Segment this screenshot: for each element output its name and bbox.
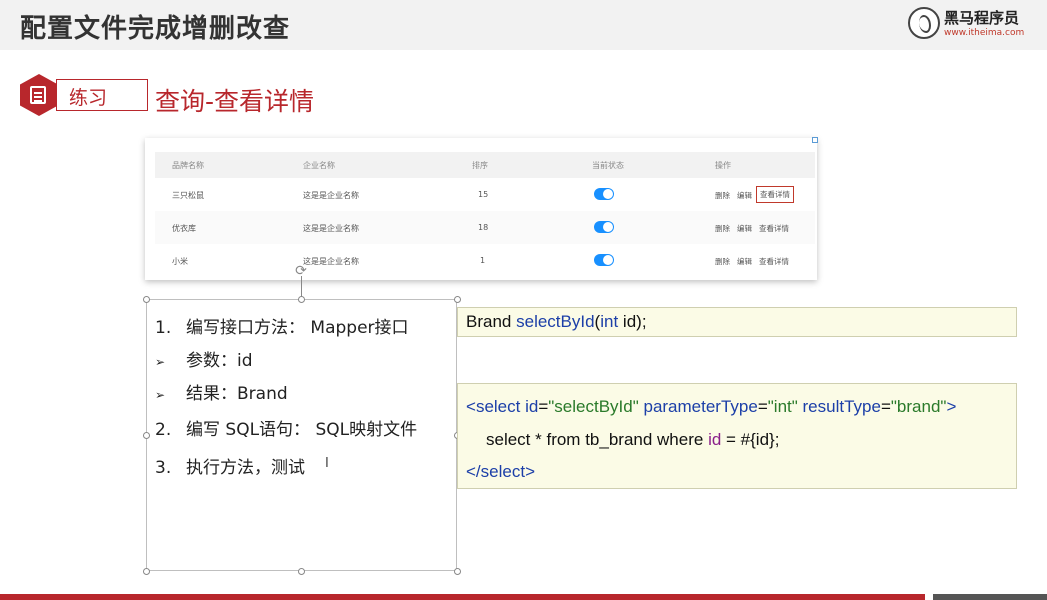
hexagon-icon xyxy=(20,74,58,116)
step-number: 2. xyxy=(155,420,172,440)
slide-title: 配置文件完成增删改查 xyxy=(20,14,291,44)
column-header: 操作 xyxy=(715,161,731,170)
view-detail-link[interactable]: 查看详情 xyxy=(759,223,789,234)
attr-name: parameterType xyxy=(638,397,758,416)
bullet-text: 结果：Brand xyxy=(186,384,288,404)
delete-link[interactable]: 删除 xyxy=(715,256,730,267)
order-cell: 1 xyxy=(480,256,486,265)
return-type: Brand xyxy=(466,312,512,331)
mapper-xml-box: <select id="selectById" parameterType="i… xyxy=(457,383,1017,489)
step-number: 3. xyxy=(155,458,172,478)
delete-link[interactable]: 删除 xyxy=(715,190,730,201)
close-paren: ); xyxy=(636,312,647,331)
table-row: 小米 这是是企业名称 1 删除 编辑 查看详情 xyxy=(155,244,815,277)
sql-column: id xyxy=(708,430,722,449)
equals: = xyxy=(880,397,891,416)
xml-line-2: select * from tb_brand where id = #{id}; xyxy=(486,430,779,450)
horse-logo-icon xyxy=(908,7,940,39)
table-row: 三只松鼠 这是是企业名称 15 删除 编辑 查看详情 xyxy=(155,178,815,211)
resize-handle[interactable] xyxy=(143,568,150,575)
resize-handle[interactable] xyxy=(143,296,150,303)
tag-name: select xyxy=(475,397,521,416)
status-toggle[interactable] xyxy=(594,221,614,233)
view-detail-link[interactable]: 查看详情 xyxy=(756,186,794,203)
xml-line-3: </select> xyxy=(466,462,535,482)
section-title: 查询-查看详情 xyxy=(155,87,315,116)
brand-name-cell: 优衣库 xyxy=(172,224,196,233)
attr-value: "int" xyxy=(767,397,798,416)
step-item: 1. 编写接口方法： Mapper接口 xyxy=(155,313,409,338)
step-item: 2. 编写 SQL语句： SQL映射文件 xyxy=(155,415,417,440)
attr-value: "brand" xyxy=(890,397,947,416)
rotation-stem xyxy=(301,276,302,298)
edit-link[interactable]: 编辑 xyxy=(737,256,752,267)
brand-table-screenshot: 品牌名称 企业名称 排序 当前状态 操作 三只松鼠 这是是企业名称 15 删除 … xyxy=(145,137,818,280)
table-header-row: 品牌名称 企业名称 排序 当前状态 操作 xyxy=(155,152,815,178)
param-name: id xyxy=(618,312,637,331)
resize-handle[interactable] xyxy=(143,432,150,439)
status-toggle[interactable] xyxy=(594,188,614,200)
tag-open: </ xyxy=(466,462,481,481)
step-number: 1. xyxy=(155,318,172,338)
column-header: 企业名称 xyxy=(303,161,335,170)
logo-url: www.itheima.com xyxy=(944,28,1025,38)
brand-name-cell: 小米 xyxy=(172,257,188,266)
param-type: int xyxy=(600,312,619,331)
equals: = xyxy=(757,397,768,416)
logo-name: 黑马程序员 xyxy=(944,9,1020,27)
company-name-cell: 这是是企业名称 xyxy=(303,191,359,200)
step-text: 编写接口方法： Mapper接口 xyxy=(186,318,409,338)
method-name: selectById xyxy=(516,312,595,331)
brand-logo: 黑马程序员 www.itheima.com xyxy=(908,6,1025,44)
method-signature-box: Brand selectById(int id); xyxy=(457,307,1017,337)
footer-bar-gray xyxy=(933,594,1047,600)
bullet-item: ➢ 结果：Brand xyxy=(155,379,288,404)
method-signature: Brand selectById(int id); xyxy=(466,312,647,332)
company-name-cell: 这是是企业名称 xyxy=(303,224,359,233)
sql-text: = #{id}; xyxy=(721,430,780,449)
view-detail-link[interactable]: 查看详情 xyxy=(759,256,789,267)
badge-label: 练习 xyxy=(69,87,108,109)
resize-handle[interactable] xyxy=(454,296,461,303)
rotate-icon[interactable]: ⟳ xyxy=(293,263,309,279)
resize-handle[interactable] xyxy=(298,296,305,303)
badge-box: 练习 xyxy=(56,79,148,111)
resize-handle[interactable] xyxy=(454,568,461,575)
attr-name: resultType xyxy=(797,397,881,416)
equals: = xyxy=(538,397,549,416)
resize-handle[interactable] xyxy=(298,568,305,575)
bullet-text: 参数：id xyxy=(186,351,253,371)
column-header: 品牌名称 xyxy=(172,161,204,170)
tag-open: < xyxy=(466,397,476,416)
column-header: 当前状态 xyxy=(592,161,624,170)
company-name-cell: 这是是企业名称 xyxy=(303,257,359,266)
bullet-item: ➢ 参数：id xyxy=(155,346,253,371)
document-icon xyxy=(30,86,46,104)
delete-link[interactable]: 删除 xyxy=(715,223,730,234)
arrow-bullet-icon: ➢ xyxy=(155,355,166,369)
column-header: 排序 xyxy=(472,161,488,170)
attr-name: id xyxy=(520,397,539,416)
xml-line-1: <select id="selectById" parameterType="i… xyxy=(466,397,956,417)
order-cell: 15 xyxy=(478,190,489,199)
status-toggle[interactable] xyxy=(594,254,614,266)
tag-close: > xyxy=(946,397,957,416)
edit-link[interactable]: 编辑 xyxy=(737,190,752,201)
attr-value: "selectById" xyxy=(548,397,639,416)
order-cell: 18 xyxy=(478,223,489,232)
step-text: 执行方法，测试 xyxy=(186,458,305,478)
sql-text: select * from tb_brand where xyxy=(486,430,709,449)
text-cursor-icon: I xyxy=(325,456,329,471)
edit-link[interactable]: 编辑 xyxy=(737,223,752,234)
step-text: 编写 SQL语句： SQL映射文件 xyxy=(186,420,418,440)
tag-name: select xyxy=(480,462,526,481)
tag-close: > xyxy=(525,462,536,481)
table-row: 优衣库 这是是企业名称 18 删除 编辑 查看详情 xyxy=(155,211,815,244)
footer-bar-red xyxy=(0,594,925,600)
selection-corner xyxy=(812,137,818,143)
step-item: 3. 执行方法，测试 xyxy=(155,453,305,478)
arrow-bullet-icon: ➢ xyxy=(155,388,166,402)
brand-name-cell: 三只松鼠 xyxy=(172,191,204,200)
